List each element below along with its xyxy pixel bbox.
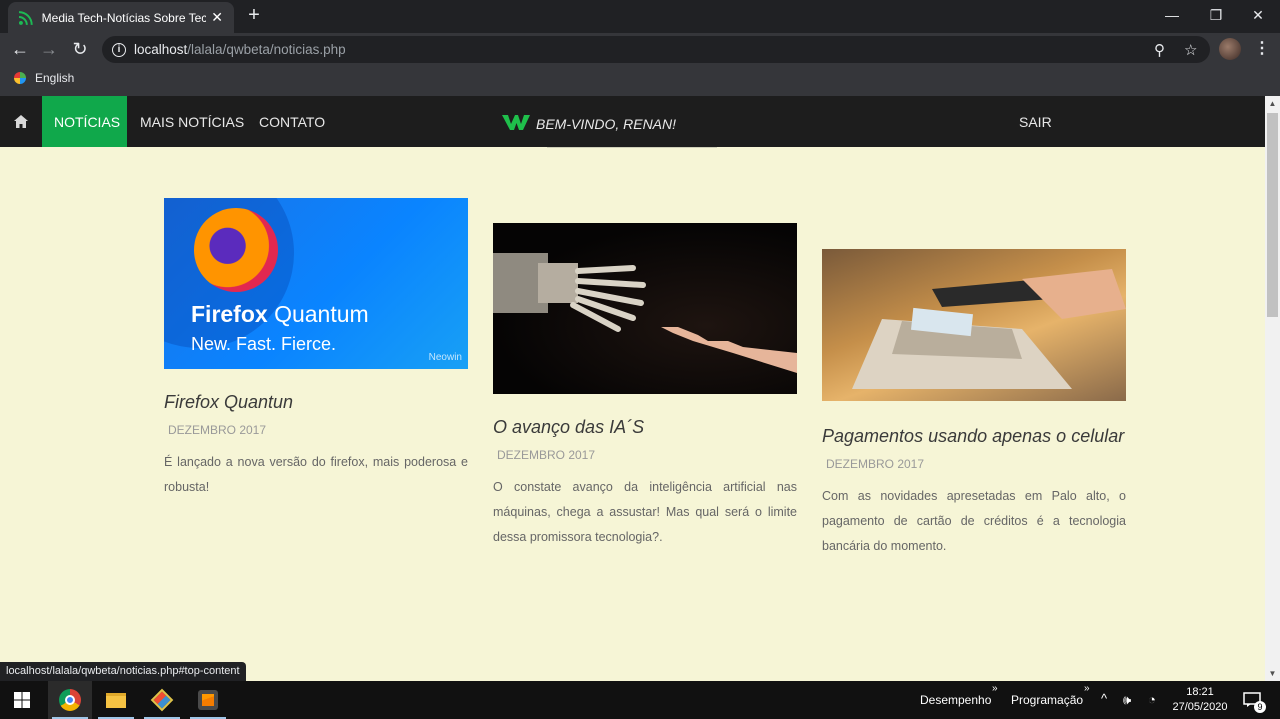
card-terminal-illustration xyxy=(852,269,1126,389)
info-icon[interactable]: i xyxy=(112,42,126,57)
ai-hand-image[interactable] xyxy=(493,223,797,394)
welcome-message: BEM-VINDO, RENAN! xyxy=(536,116,677,132)
tab-strip: Media Tech-Notícias Sobre Tecnologia ✕ +… xyxy=(0,0,1280,33)
logout-link[interactable]: SAIR xyxy=(1019,96,1052,147)
nav-underline xyxy=(547,147,717,148)
firefox-quantum-image[interactable]: Firefox Quantum New. Fast. Fierce. Neowi… xyxy=(164,198,468,369)
new-tab-button[interactable]: + xyxy=(244,4,264,28)
browser-tab[interactable]: Media Tech-Notícias Sobre Tecnologia ✕ xyxy=(8,2,234,33)
site-navbar: NOTÍCIAS MAIS NOTÍCIAS CONTATO BEM-VINDO… xyxy=(0,96,1265,147)
tray-expand-icon[interactable]: ^ xyxy=(1101,691,1107,706)
sublime-taskbar-button[interactable] xyxy=(186,681,230,719)
chevron-icon[interactable]: » xyxy=(1084,683,1090,694)
article-summary: Com as novidades apresetadas em Palo alt… xyxy=(822,489,1126,553)
home-button[interactable] xyxy=(0,96,42,147)
image-product: Quantum xyxy=(274,301,369,327)
scroll-down-icon[interactable]: ▼ xyxy=(1265,666,1280,681)
rss-icon xyxy=(18,10,33,25)
address-bar[interactable]: i localhost/lalala/qwbeta/noticias.php ⚲… xyxy=(102,36,1210,63)
chrome-icon xyxy=(59,689,81,711)
bookmark-star-icon[interactable]: ☆ xyxy=(1184,41,1197,59)
wifi-icon[interactable]: ◔ xyxy=(1148,692,1156,707)
bookmark-english[interactable]: English xyxy=(14,71,74,85)
toolbar-programacao[interactable]: Programação xyxy=(1011,693,1083,707)
system-clock[interactable]: 18:21 27/05/2020 xyxy=(1166,685,1234,715)
notification-count: 9 xyxy=(1254,701,1266,713)
nav-mais-noticias[interactable]: MAIS NOTÍCIAS xyxy=(140,96,244,147)
clock-date: 27/05/2020 xyxy=(1172,701,1228,713)
forward-icon[interactable]: → xyxy=(37,37,61,61)
logout-label: SAIR xyxy=(1019,113,1052,130)
article-card: Firefox Quantum New. Fast. Fierce. Neowi… xyxy=(164,198,468,500)
welcome-area: BEM-VINDO, RENAN! xyxy=(502,112,676,132)
explorer-taskbar-button[interactable] xyxy=(94,681,138,719)
sublime-text-icon xyxy=(198,690,218,710)
profile-avatar[interactable] xyxy=(1219,38,1241,60)
nav-noticias[interactable]: NOTÍCIAS xyxy=(42,96,127,147)
action-center-button[interactable]: 9 xyxy=(1232,681,1272,719)
globe-icon xyxy=(14,72,26,84)
page-scrollbar[interactable]: ▲ ▼ xyxy=(1265,96,1280,681)
back-icon[interactable]: ← xyxy=(8,37,32,61)
article-summary: O constate avanço da inteligência artifi… xyxy=(493,480,797,544)
article-title[interactable]: Firefox Quantun xyxy=(164,393,468,411)
clock-time: 18:21 xyxy=(1186,686,1214,698)
article-date: DEZEMBRO 2017 xyxy=(826,457,925,471)
article-summary: É lançado a nova versão do firefox, mais… xyxy=(164,455,468,494)
minimize-icon[interactable]: — xyxy=(1150,0,1194,30)
volume-icon[interactable]: 🕪 xyxy=(1123,692,1131,708)
scroll-thumb[interactable] xyxy=(1267,113,1278,317)
menu-icon[interactable]: ⋮ xyxy=(1254,38,1270,58)
nav-contato[interactable]: CONTATO xyxy=(259,96,325,147)
nav-mais-noticias-label: MAIS NOTÍCIAS xyxy=(140,113,245,130)
bookmark-label: English xyxy=(35,71,75,85)
toolbar-desempenho[interactable]: Desempenho xyxy=(920,693,991,707)
windows-taskbar: Desempenho » Programação » ^ 🕪 ◔ 18:21 2… xyxy=(0,681,1280,719)
chevron-icon[interactable]: » xyxy=(992,683,998,694)
git-kraken-icon xyxy=(150,688,174,712)
article-title[interactable]: O avanço das IA´S xyxy=(493,418,797,436)
image-watermark: Neowin xyxy=(428,352,462,363)
tab-title: Media Tech-Notícias Sobre Tecnologia xyxy=(41,10,207,25)
chrome-taskbar-button[interactable] xyxy=(48,681,92,719)
url-path: /lalala/qwbeta/noticias.php xyxy=(187,42,346,57)
start-button[interactable] xyxy=(0,681,44,719)
home-icon xyxy=(14,115,28,128)
url-host: localhost xyxy=(134,42,188,57)
scroll-up-icon[interactable]: ▲ xyxy=(1265,96,1280,111)
article-date: DEZEMBRO 2017 xyxy=(497,448,596,462)
reload-icon[interactable]: ↻ xyxy=(68,37,92,61)
article-date: DEZEMBRO 2017 xyxy=(168,423,267,437)
git-taskbar-button[interactable] xyxy=(140,681,184,719)
close-tab-icon[interactable]: ✕ xyxy=(210,9,224,26)
nav-contato-label: CONTATO xyxy=(259,113,326,130)
robot-human-hands-illustration xyxy=(493,253,797,373)
browser-toolbar: ← → ↻ i localhost/lalala/qwbeta/noticias… xyxy=(0,33,1280,65)
close-window-icon[interactable]: ✕ xyxy=(1236,0,1280,30)
windows-icon xyxy=(14,692,30,708)
article-card: Pagamentos usando apenas o celular DEZEM… xyxy=(822,249,1126,559)
firefox-logo xyxy=(194,208,278,292)
article-title[interactable]: Pagamentos usando apenas o celular xyxy=(822,427,1126,445)
bookmarks-bar: English xyxy=(0,65,1280,96)
nav-noticias-label: NOTÍCIAS xyxy=(54,113,121,130)
restore-icon[interactable]: ❐ xyxy=(1194,0,1238,30)
article-card: O avanço das IA´S DEZEMBRO 2017 O consta… xyxy=(493,223,797,550)
image-tagline: New. Fast. Fierce. xyxy=(191,334,337,354)
link-status-bar: localhost/lalala/qwbeta/noticias.php#top… xyxy=(0,662,246,682)
image-brand: Firefox xyxy=(191,301,268,327)
folder-icon xyxy=(106,692,126,708)
mobile-payment-image[interactable] xyxy=(822,249,1126,401)
w-logo-icon xyxy=(502,115,530,130)
zoom-icon[interactable]: ⚲ xyxy=(1154,41,1165,59)
